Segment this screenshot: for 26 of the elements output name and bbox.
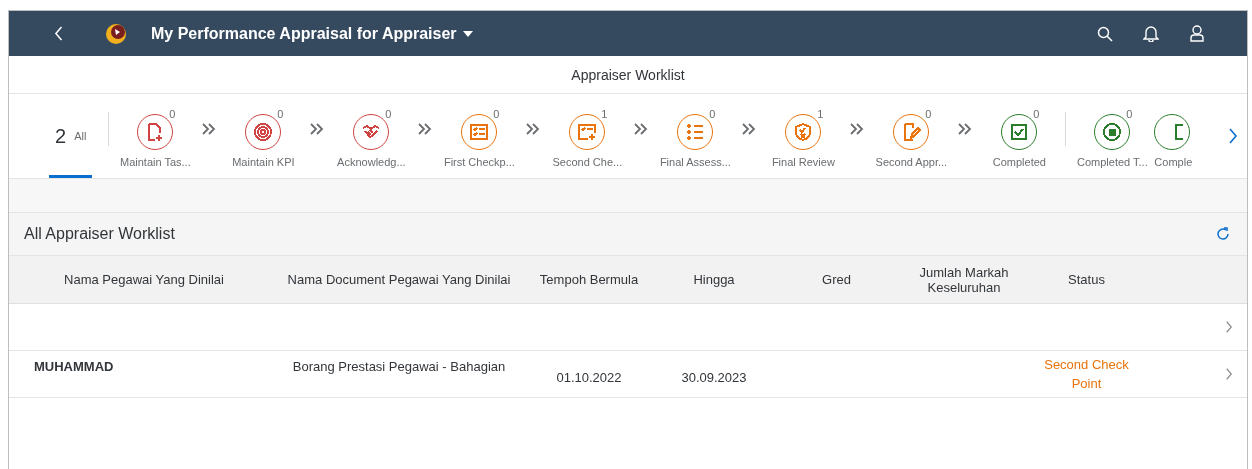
- table-title: All Appraiser Worklist: [24, 225, 175, 243]
- page-title: Appraiser Worklist: [9, 56, 1247, 94]
- column-header: Status: [1067, 272, 1106, 287]
- status-text: Second Check Point: [1043, 356, 1130, 393]
- bell-icon: [1143, 25, 1159, 42]
- scroll-right-button[interactable]: [1227, 128, 1239, 146]
- column-header: Hingga: [692, 272, 736, 287]
- document-name: Borang Prestasi Pegawai - Bahagian: [292, 358, 506, 376]
- chevron-right-icon: [1228, 128, 1238, 144]
- user-icon: [1190, 25, 1204, 42]
- start-date: 01.10.2022: [556, 368, 622, 387]
- logo-icon: [105, 22, 127, 45]
- employee-name: MUHAMMAD: [34, 358, 114, 376]
- user-button[interactable]: [1187, 23, 1207, 44]
- column-header: Jumlah Markah Keseluruhan: [918, 264, 1010, 295]
- column-header: Nama Document Pegawai Yang Dinilai: [286, 272, 512, 287]
- search-icon: [1097, 25, 1113, 42]
- refresh-icon: [1215, 226, 1231, 242]
- column-header: Gred: [821, 272, 852, 287]
- column-header: Nama Pegawai Yang Dinilai: [63, 272, 225, 287]
- back-icon: [54, 26, 64, 41]
- column-header: Tempoh Bermula: [538, 272, 640, 287]
- app-title-menu[interactable]: My Performance Appraisal for Appraiser: [151, 24, 473, 43]
- caret-icon: [462, 30, 473, 37]
- end-date: 30.09.2023: [681, 368, 747, 387]
- notifications-button[interactable]: [1141, 23, 1161, 44]
